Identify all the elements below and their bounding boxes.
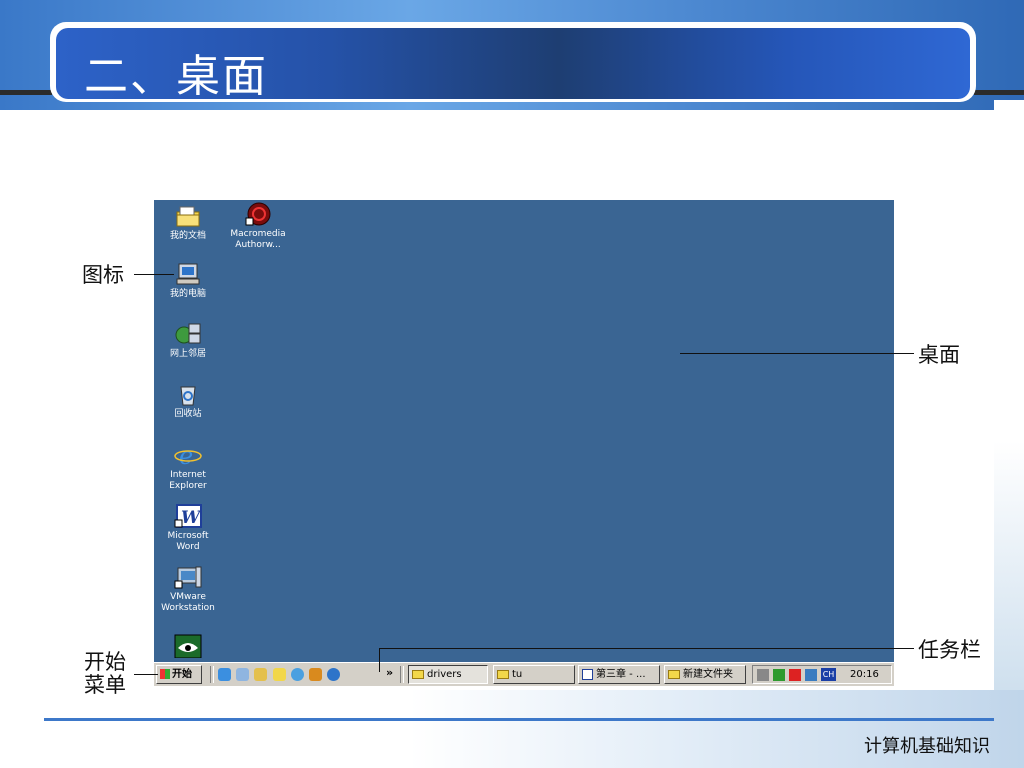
desktop-icon-vmware-workstation[interactable]: VMware Workstation [155,565,221,614]
desktop-icon-my-documents[interactable]: 我的文档 [155,204,221,242]
header-divider-right [974,90,1024,95]
desktop-icon-my-computer[interactable]: 我的电脑 [155,262,221,300]
icon-label: 网上邻居 [169,349,206,359]
system-tray: CH 20:16 [752,665,892,684]
word-icon: W [174,504,202,528]
icon-label: 回收站 [174,409,202,419]
quicklaunch-shield-icon[interactable] [309,668,322,681]
header-divider-left [0,90,52,95]
icon-label: Microsoft [167,531,209,541]
vmware-icon [174,565,202,589]
icon-label: 我的文档 [169,231,206,241]
desktop-icon-network-places[interactable]: 网上邻居 [155,322,221,360]
recycle-bin-icon [174,382,202,406]
icon-label: Authorw... [235,240,281,250]
annotation-start-menu-pointer [134,674,158,675]
icon-label: Internet [170,470,206,480]
taskbar-window-drivers[interactable]: drivers [408,665,488,684]
volume-icon[interactable] [757,669,769,681]
folder-icon [497,669,509,679]
annotation-start-menu-label-line2: 菜单 [84,673,126,697]
annotation-taskbar-label: 任务栏 [918,638,981,662]
quicklaunch-refresh-icon[interactable] [327,668,340,681]
folder-icon [412,669,424,679]
macromedia-authorware-icon [244,202,272,226]
quicklaunch-folder-icon[interactable] [273,668,286,681]
icon-label: Word [176,542,200,552]
annotation-desktop-pointer [680,353,914,354]
clock[interactable]: 20:16 [850,667,879,683]
quicklaunch-more-chevron[interactable]: » [386,666,393,679]
taskbar-window-label: 第三章 - ... [596,669,646,680]
icon-label: VMware [170,592,206,602]
annotation-icon-label: 图标 [82,263,124,287]
taskbar-window-label: drivers [427,669,462,680]
taskbar-window-label: 新建文件夹 [683,669,733,680]
title-bar: 二、桌面 [50,22,976,102]
svg-text:W: W [181,508,202,528]
language-indicator[interactable]: CH [821,668,836,681]
my-computer-icon [174,262,202,286]
taskbar-window-tu[interactable]: tu [493,665,575,684]
desktop-icon-microsoft-word[interactable]: W Microsoft Word [155,504,221,553]
desktop-icon-macromedia-authorware[interactable]: Macromedia Authorw... [225,202,291,251]
icon-label: 我的电脑 [169,289,206,299]
network-places-icon [174,322,202,346]
desktop-icon-partial[interactable] [155,634,221,661]
windows-logo-icon [160,669,170,679]
start-button[interactable]: 开始 [156,665,202,684]
quicklaunch-desktop-icon[interactable] [236,668,249,681]
internet-explorer-icon: e [174,442,202,470]
slide-footer: 计算机基础知识 [864,736,990,757]
taskbar-window-chapter-three[interactable]: 第三章 - ... [578,665,660,684]
annotation-taskbar-pointer [379,648,914,649]
taskbar-separator [210,666,214,683]
taskbar: 开始 » drivers tu 第三章 - ... 新建文件夹 CH 20:16 [154,662,894,686]
start-button-label: 开始 [172,669,192,680]
my-documents-icon [174,204,202,228]
network-arrow-icon[interactable] [773,669,785,681]
quicklaunch-ie-icon[interactable] [218,668,231,681]
slide-right-background [994,100,1024,720]
taskbar-window-new-folder[interactable]: 新建文件夹 [664,665,746,684]
desktop-icon-internet-explorer[interactable]: e Internet Explorer [155,442,221,492]
svg-text:e: e [179,443,193,467]
icon-label: Workstation [161,603,215,613]
quicklaunch-picture-icon[interactable] [254,668,267,681]
icon-label: Explorer [169,481,207,491]
annotation-icon-pointer [134,274,174,275]
title-bar-inner: 二、桌面 [56,28,970,102]
desktop-icon-recycle-bin[interactable]: 回收站 [155,382,221,420]
annotation-taskbar-vertical [379,648,380,672]
annotation-desktop-label: 桌面 [918,343,960,367]
taskbar-separator [400,666,404,683]
network-status-icon[interactable] [805,669,817,681]
footer-divider [44,718,994,721]
folder-icon [668,669,680,679]
partial-app-icon [174,634,202,659]
slide-title: 二、桌面 [84,51,268,102]
icon-label: Macromedia [230,229,286,239]
antivirus-icon[interactable] [789,669,801,681]
word-doc-icon [582,668,593,680]
taskbar-window-label: tu [512,669,523,680]
desktop-screenshot: 我的文档 Macromedia Authorw... 我的电脑 网上邻居 回收站… [154,200,894,686]
quicklaunch-media-icon[interactable] [291,668,304,681]
